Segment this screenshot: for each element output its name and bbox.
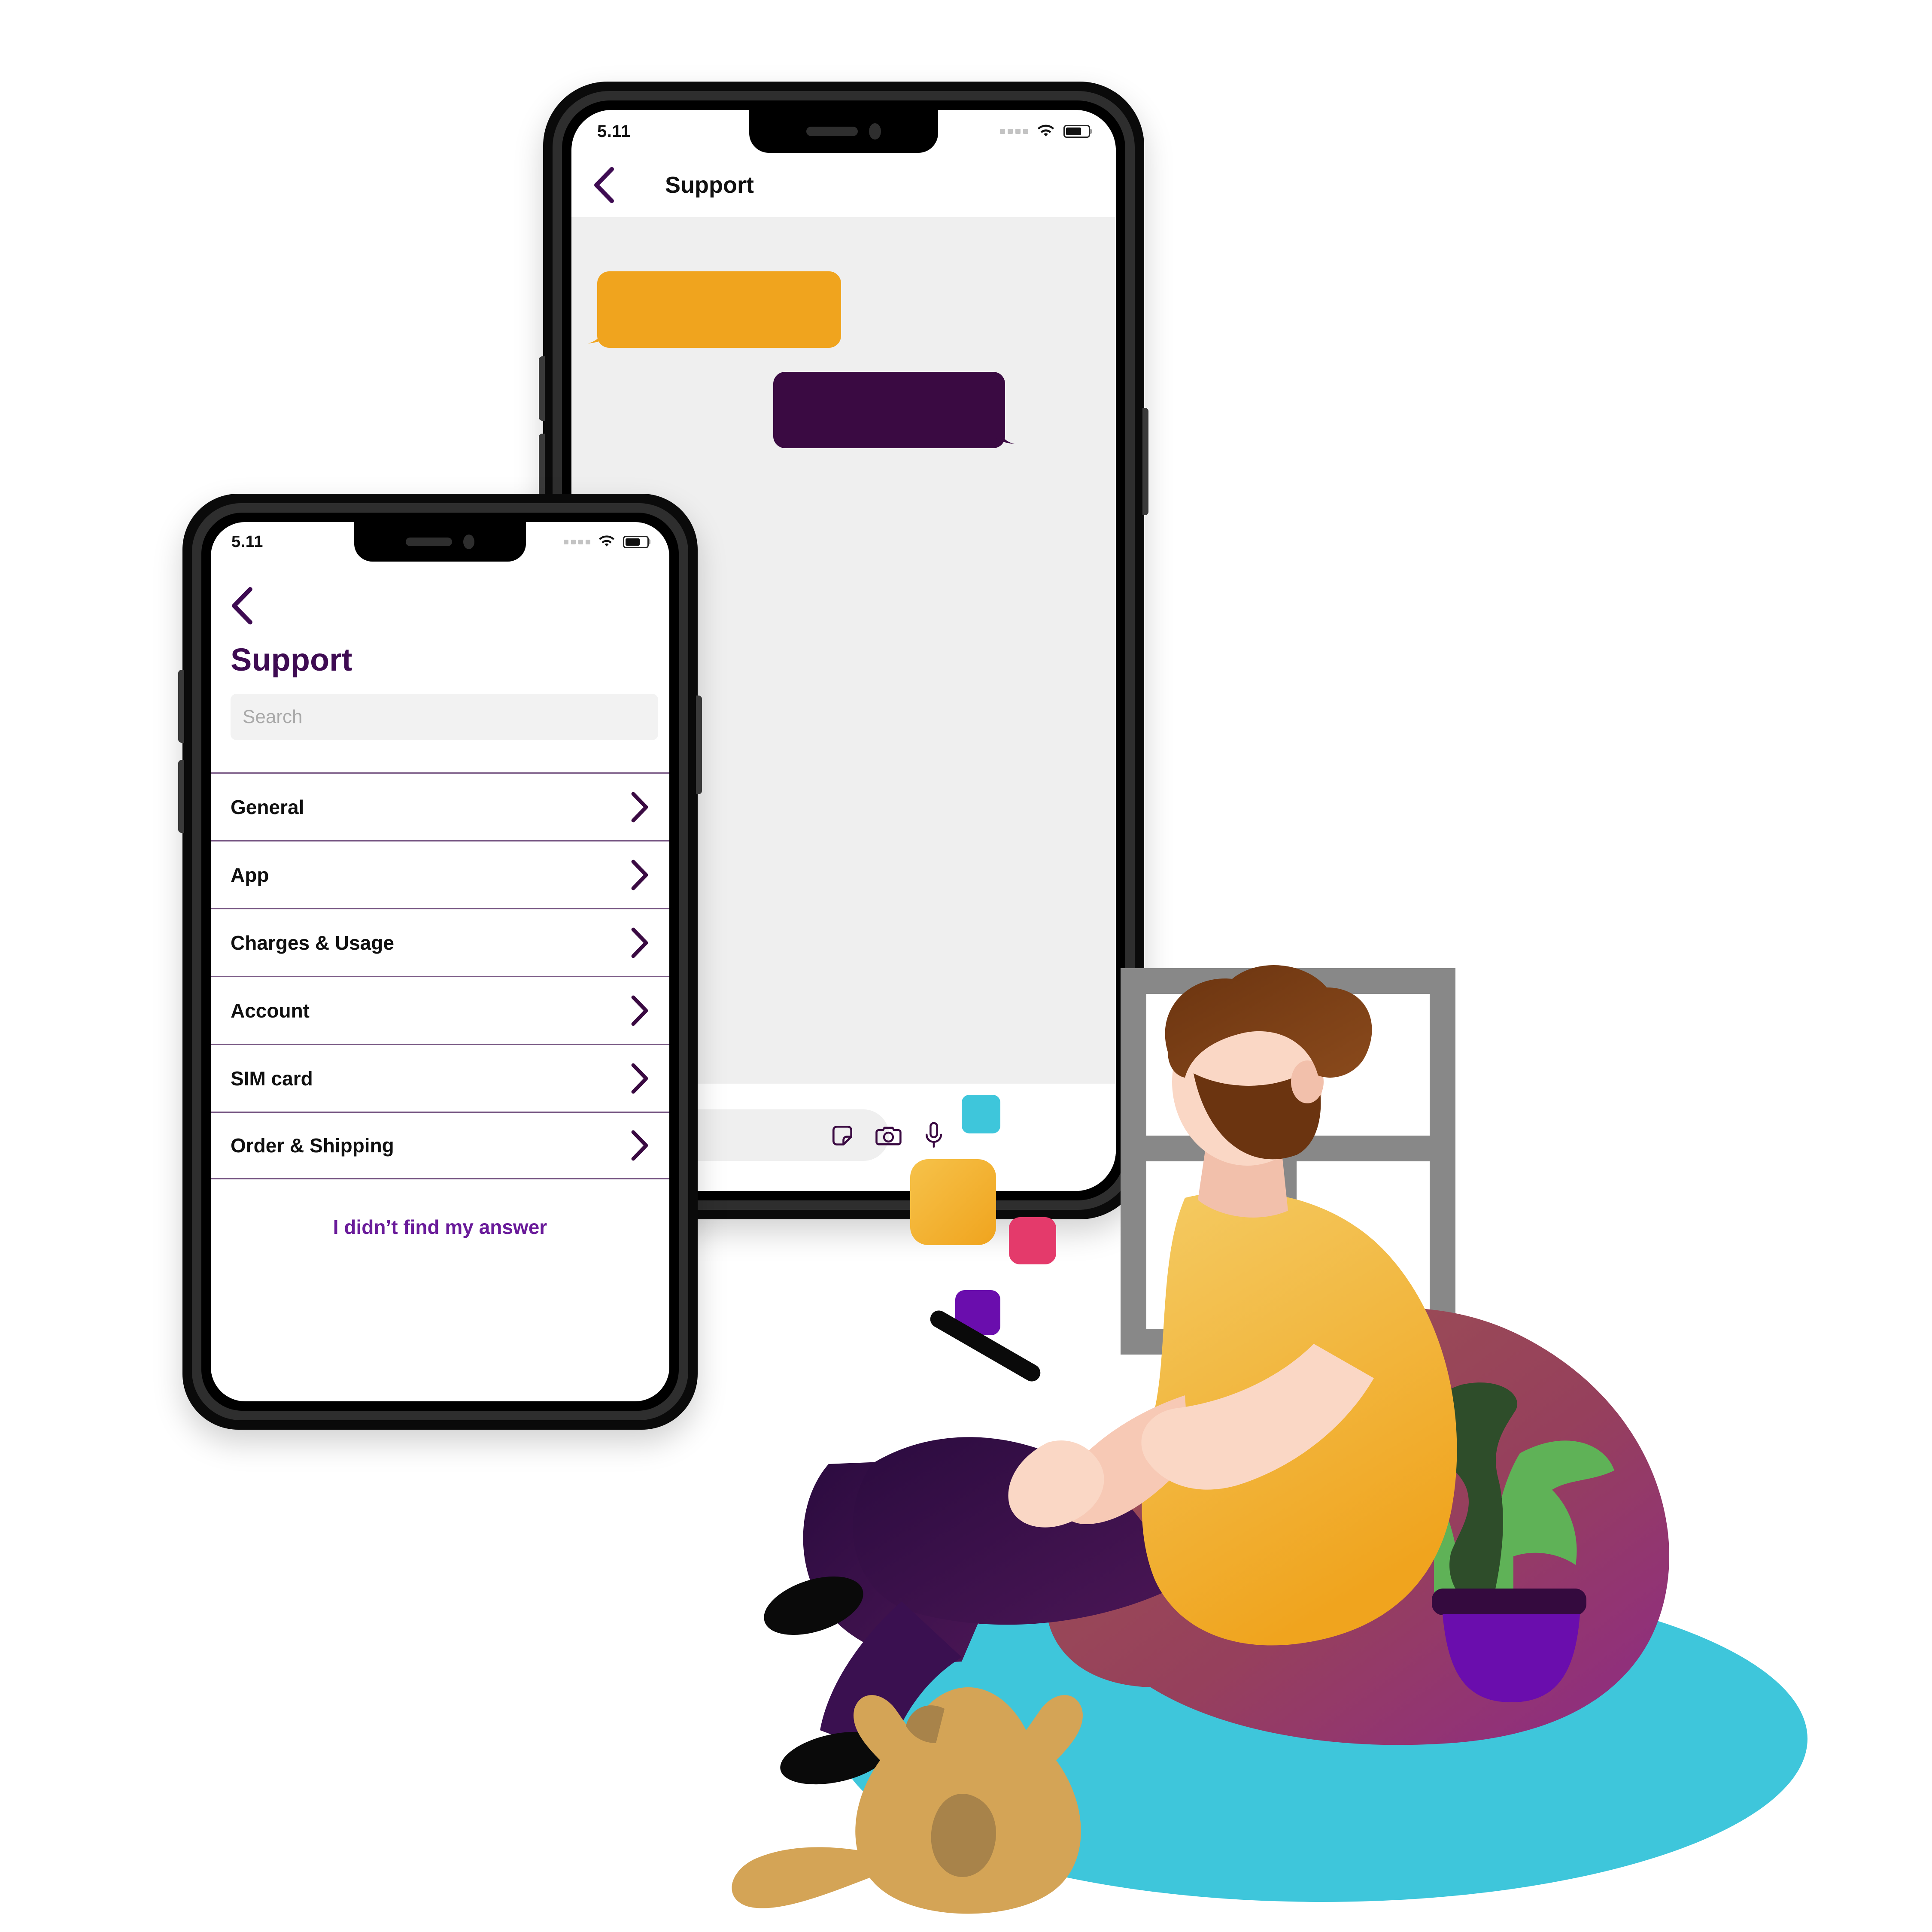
- list-item-account[interactable]: Account: [211, 976, 669, 1044]
- list-item-sim-card[interactable]: SIM card: [211, 1044, 669, 1112]
- back-button[interactable]: [592, 167, 635, 204]
- battery-fill: [1066, 128, 1081, 135]
- chevron-right-icon: [631, 995, 648, 1026]
- chevron-right-icon: [631, 1063, 648, 1094]
- search-input[interactable]: Search: [231, 694, 658, 740]
- bubble-tail-right-icon: [985, 415, 1015, 444]
- page-title: Support: [231, 642, 352, 677]
- list-item-charges-usage[interactable]: Charges & Usage: [211, 908, 669, 976]
- chevron-left-icon: [594, 167, 614, 203]
- front-phone-volume-up-button[interactable]: [178, 670, 184, 743]
- bubble-tail-left-icon: [588, 314, 617, 343]
- back-button[interactable]: [230, 586, 277, 634]
- list-item-app[interactable]: App: [211, 840, 669, 908]
- back-phone-volume-up-button[interactable]: [539, 356, 545, 421]
- pink-square: [1009, 1217, 1056, 1264]
- list-item-label: Account: [231, 999, 310, 1022]
- chevron-right-icon: [631, 1130, 648, 1161]
- status-indicators: [564, 534, 649, 550]
- status-indicators: [1000, 123, 1090, 140]
- scene: 5.11 Support 5.11 Support Search General…: [0, 0, 1932, 1932]
- battery-icon: [623, 535, 649, 548]
- signal-dots-icon: [564, 539, 590, 544]
- wifi-icon: [597, 534, 616, 550]
- front-phone-status-bar: 5.11: [211, 522, 669, 562]
- back-phone-nav-bar: Support: [571, 153, 1116, 217]
- list-item-order-shipping[interactable]: Order & Shipping: [211, 1112, 669, 1179]
- front-phone-volume-down-button[interactable]: [178, 760, 184, 833]
- list-item-label: Order & Shipping: [231, 1134, 394, 1157]
- back-phone-status-bar: 5.11: [571, 110, 1116, 153]
- front-phone-screen: 5.11 Support Search General App Charges …: [211, 522, 669, 1401]
- front-phone-power-button[interactable]: [696, 696, 702, 794]
- illustration-person-on-beanbag: [732, 965, 1807, 1914]
- wifi-icon: [1036, 123, 1056, 140]
- search-placeholder: Search: [243, 706, 303, 727]
- list-item-label: App: [231, 863, 269, 886]
- chat-bubble-agent: [588, 271, 841, 348]
- list-item-label: SIM card: [231, 1067, 313, 1090]
- battery-fill: [626, 538, 640, 546]
- no-answer-link[interactable]: I didn’t find my answer: [211, 1215, 669, 1239]
- status-clock: 5.11: [231, 532, 263, 551]
- signal-dots-icon: [1000, 129, 1028, 134]
- chevron-left-icon: [232, 587, 252, 625]
- chat-bubble-user: [773, 372, 1015, 448]
- chevron-right-icon: [631, 792, 648, 822]
- list-item-general[interactable]: General: [211, 772, 669, 840]
- back-phone-power-button[interactable]: [1142, 408, 1148, 515]
- list-item-label: General: [231, 796, 304, 818]
- chevron-right-icon: [631, 860, 648, 890]
- back-phone-volume-down-button[interactable]: [539, 434, 545, 498]
- support-category-list: General App Charges & Usage Account SIM …: [211, 772, 669, 1179]
- cyan-square: [962, 1095, 1000, 1133]
- front-phone: 5.11 Support Search General App Charges …: [178, 494, 702, 1430]
- chevron-right-icon: [631, 927, 648, 958]
- status-clock: 5.11: [597, 122, 631, 141]
- list-item-label: Charges & Usage: [231, 931, 394, 954]
- floating-squares: [910, 1095, 1056, 1335]
- battery-icon: [1063, 125, 1090, 138]
- page-title: Support: [665, 172, 754, 198]
- yellow-square: [910, 1159, 996, 1245]
